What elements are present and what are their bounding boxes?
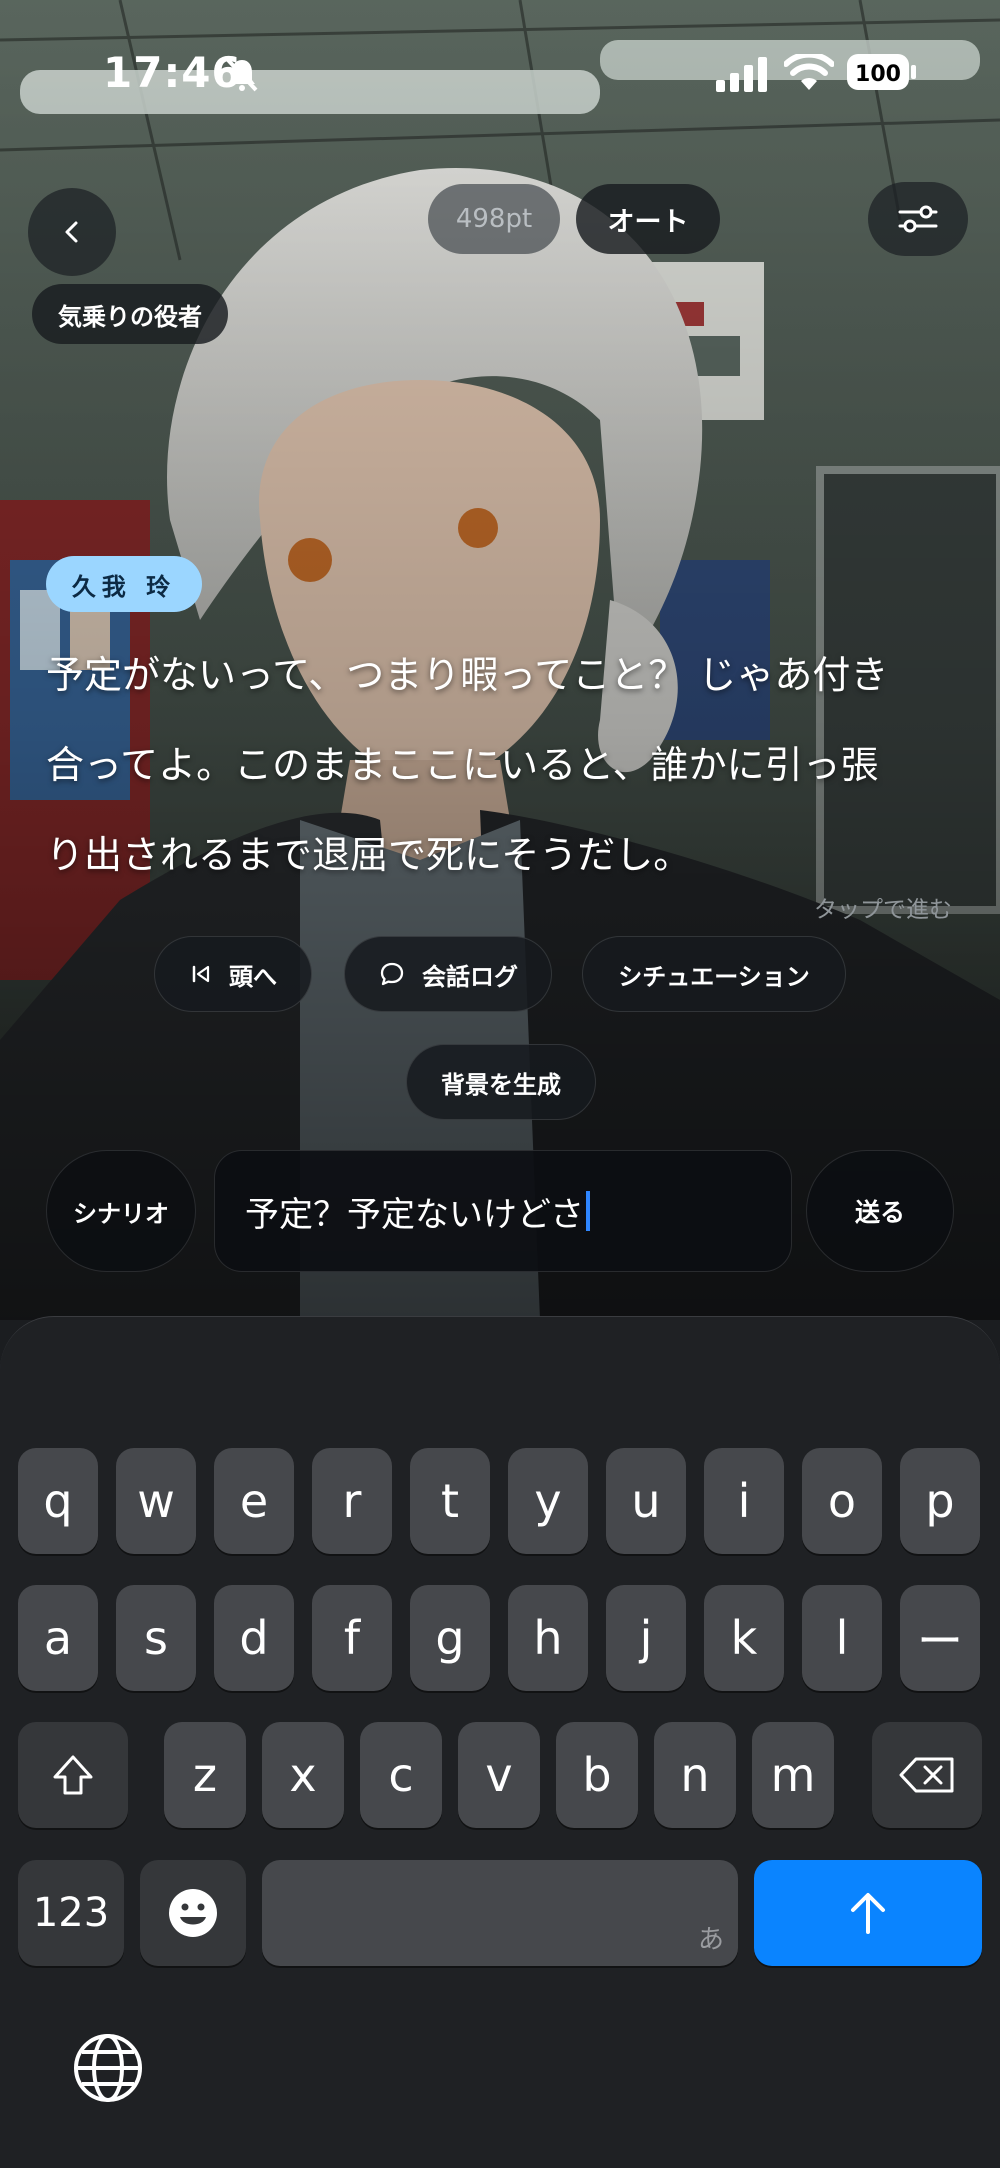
key-q[interactable]: q xyxy=(18,1448,98,1554)
speech-bubble-icon xyxy=(380,962,404,986)
shift-arrow-icon xyxy=(53,1755,93,1795)
key-m[interactable]: m xyxy=(752,1722,834,1828)
key-long-dash[interactable]: ー xyxy=(900,1585,980,1691)
globe-icon[interactable] xyxy=(70,2030,146,2106)
chevron-left-icon xyxy=(65,221,78,243)
key-k[interactable]: k xyxy=(704,1585,784,1691)
character-role-chip[interactable]: 気乗りの役者 xyxy=(32,284,228,344)
backspace-icon xyxy=(899,1757,954,1793)
key-w[interactable]: w xyxy=(116,1448,196,1554)
key-c[interactable]: c xyxy=(360,1722,442,1828)
silent-bell-icon xyxy=(226,58,258,92)
speaker-name-chip: 久我 玲 xyxy=(46,556,202,612)
key-h[interactable]: h xyxy=(508,1585,588,1691)
key-f[interactable]: f xyxy=(312,1585,392,1691)
key-t[interactable]: t xyxy=(410,1448,490,1554)
chat-log-label: 会話ログ xyxy=(422,962,518,991)
dialogue-line: 予定がないって、つまり暇ってこと？ じゃあ付き xyxy=(46,653,889,697)
key-r[interactable]: r xyxy=(312,1448,392,1554)
numbers-key[interactable]: 123 xyxy=(18,1860,124,1966)
back-button[interactable] xyxy=(28,188,116,276)
rewind-to-start-button[interactable]: 頭へ xyxy=(154,936,312,1012)
key-a[interactable]: a xyxy=(18,1585,98,1691)
status-bar: 17:46 100 xyxy=(0,0,1000,140)
dialogue-text[interactable]: 予定がないって、つまり暇ってこと？ じゃあ付き 合ってよ。このままここにいると、… xyxy=(46,630,956,900)
chat-log-button[interactable]: 会話ログ xyxy=(344,936,552,1012)
key-s[interactable]: s xyxy=(116,1585,196,1691)
cellular-signal-icon xyxy=(716,57,767,92)
skip-back-icon xyxy=(192,965,210,983)
key-e[interactable]: e xyxy=(214,1448,294,1554)
key-x[interactable]: x xyxy=(262,1722,344,1828)
emoji-key[interactable] xyxy=(140,1860,246,1966)
dialogue-line: り出されるまで退屈で死にそうだし。 xyxy=(46,833,692,877)
key-j[interactable]: j xyxy=(606,1585,686,1691)
dialogue-line: 合ってよ。このままここにいると、誰かに引っ張 xyxy=(46,743,879,787)
scenario-button[interactable]: シナリオ xyxy=(46,1150,196,1272)
status-time: 17:46 xyxy=(103,48,242,97)
generate-background-button[interactable]: 背景を生成 xyxy=(406,1044,596,1120)
key-y[interactable]: y xyxy=(508,1448,588,1554)
points-badge: 498pt xyxy=(428,184,560,254)
message-input-value: 予定？予定ないけどさ xyxy=(245,1194,584,1235)
message-input[interactable]: 予定？予定ないけどさ xyxy=(214,1150,792,1272)
auto-toggle-button[interactable]: オート xyxy=(576,184,720,254)
key-g[interactable]: g xyxy=(410,1585,490,1691)
key-i[interactable]: i xyxy=(704,1448,784,1554)
wifi-icon xyxy=(784,54,834,90)
key-p[interactable]: p xyxy=(900,1448,980,1554)
shift-key[interactable] xyxy=(18,1722,128,1828)
return-key[interactable] xyxy=(754,1860,982,1966)
emoji-icon xyxy=(169,1889,217,1937)
sliders-icon xyxy=(898,205,938,233)
battery-icon: 100 xyxy=(847,54,916,90)
key-v[interactable]: v xyxy=(458,1722,540,1828)
key-z[interactable]: z xyxy=(164,1722,246,1828)
arrow-up-icon xyxy=(851,1893,885,1934)
send-button[interactable]: 送る xyxy=(806,1150,954,1272)
rewind-label: 頭へ xyxy=(229,962,277,991)
key-o[interactable]: o xyxy=(802,1448,882,1554)
settings-button[interactable] xyxy=(868,182,968,256)
tap-to-advance-hint: タップで進む xyxy=(814,897,952,923)
input-mode-hint: あ xyxy=(697,1925,724,1955)
chat-screen: 17:46 100 498pt オート 気乗りの役者 久我 玲 予定がないって、… xyxy=(0,0,1000,2168)
key-u[interactable]: u xyxy=(606,1448,686,1554)
key-l[interactable]: l xyxy=(802,1585,882,1691)
key-b[interactable]: b xyxy=(556,1722,638,1828)
text-caret xyxy=(585,1191,590,1231)
battery-level: 100 xyxy=(855,62,901,87)
backspace-key[interactable] xyxy=(872,1722,982,1828)
key-n[interactable]: n xyxy=(654,1722,736,1828)
situation-button[interactable]: シチュエーション xyxy=(582,936,846,1012)
key-d[interactable]: d xyxy=(214,1585,294,1691)
space-key[interactable]: あ xyxy=(262,1860,738,1966)
